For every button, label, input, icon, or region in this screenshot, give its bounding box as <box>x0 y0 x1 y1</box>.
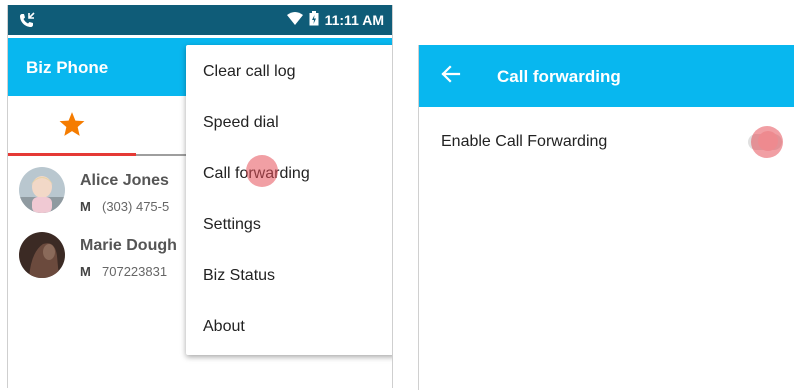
app-title: Biz Phone <box>26 58 109 77</box>
menu-item-label: Clear call log <box>203 63 296 80</box>
status-bar: 11:11 AM <box>8 5 392 35</box>
menu-item-label: Biz Status <box>203 267 276 284</box>
page-title: Call forwarding <box>497 67 621 86</box>
battery-icon <box>309 11 319 29</box>
contact-name: Alice Jones <box>80 172 169 189</box>
menu-item-label: About <box>203 318 245 335</box>
menu-item-call-forwarding[interactable]: Call forwarding <box>186 149 392 199</box>
menu-item-label: Speed dial <box>203 114 279 131</box>
toggle-knob <box>758 131 778 151</box>
avatar <box>19 167 65 213</box>
status-time: 11:11 AM <box>324 12 384 28</box>
phone-type: M <box>80 199 91 214</box>
menu-item-label: Settings <box>203 216 261 233</box>
call-forwarding-screen: Call forwarding Enable Call Forwarding <box>418 45 794 390</box>
active-tab-indicator <box>8 153 136 156</box>
phone-number: (303) 475-5 <box>102 199 170 214</box>
biz-phone-screen: 11:11 AM Biz Phone Alice Jones M (303) 4… <box>7 5 393 388</box>
menu-item-about[interactable]: About <box>186 302 392 352</box>
menu-item-speed-dial[interactable]: Speed dial <box>186 98 392 148</box>
menu-item-settings[interactable]: Settings <box>186 200 392 250</box>
touch-indicator <box>246 155 278 187</box>
menu-item-biz-status[interactable]: Biz Status <box>186 251 392 301</box>
phone-type: M <box>80 264 91 279</box>
app-bar: Call forwarding <box>419 45 794 107</box>
call-in-progress-icon <box>18 11 36 34</box>
contact-name: Marie Dough <box>80 237 177 254</box>
back-arrow-icon[interactable] <box>439 63 461 90</box>
tab-favorites[interactable] <box>58 111 86 142</box>
menu-item-clear-call-log[interactable]: Clear call log <box>186 47 392 97</box>
phone-number: 707223831 <box>102 264 168 279</box>
enable-call-forwarding-label: Enable Call Forwarding <box>441 133 608 150</box>
wifi-icon <box>286 11 303 29</box>
star-icon <box>59 112 85 136</box>
overflow-menu: Clear call log Speed dial Call forwardin… <box>186 45 392 355</box>
avatar <box>19 232 65 278</box>
